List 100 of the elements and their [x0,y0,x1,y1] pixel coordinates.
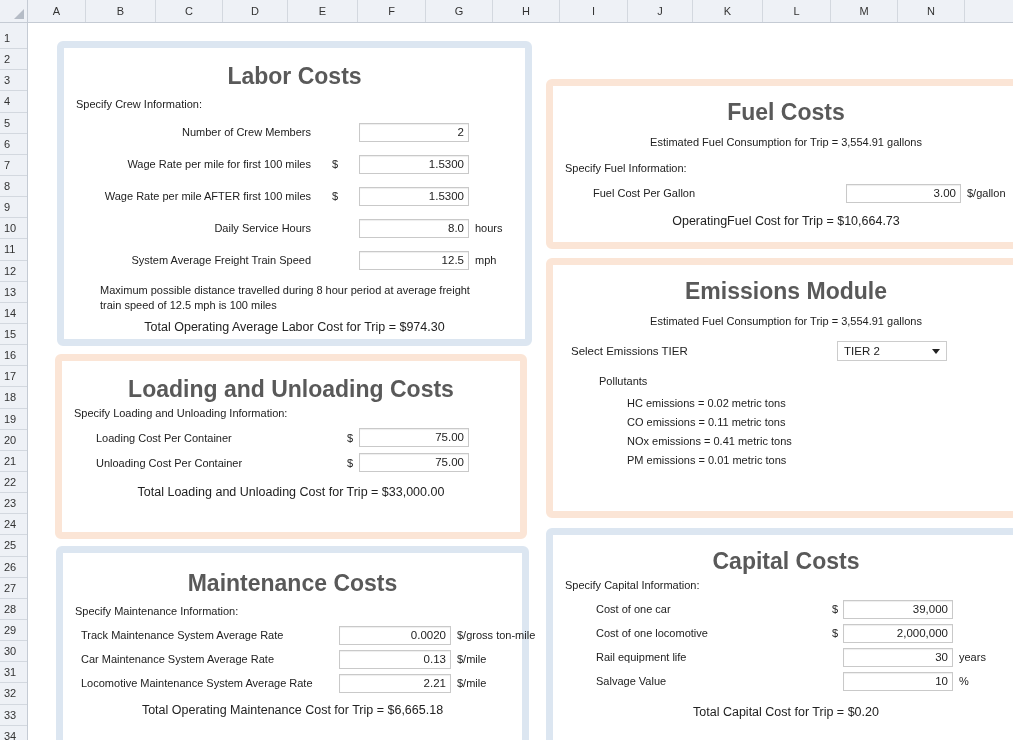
row-header[interactable]: 31 [0,662,27,684]
row-header[interactable]: 13 [0,281,27,303]
row-header[interactable]: 19 [0,408,27,430]
column-header[interactable]: E [288,0,358,22]
row-header[interactable]: 22 [0,471,27,494]
row-header[interactable]: 26 [0,556,27,578]
row-header[interactable]: 15 [0,323,27,346]
column-header[interactable]: I [560,0,628,22]
column-header[interactable]: N [898,0,965,22]
column-header[interactable]: L [763,0,831,22]
currency-sign: $ [331,190,339,202]
currency-sign: $ [331,158,339,170]
row-header[interactable]: 18 [0,387,27,409]
input-field[interactable]: 0.0020 [339,625,451,645]
row-header[interactable]: 7 [0,154,27,176]
total-text: Total Capital Cost for Trip = $0.20 [693,705,879,719]
input-field[interactable]: 0.13 [339,649,451,669]
section-label: Specify Fuel Information: [565,162,687,174]
column-header[interactable]: H [493,0,560,22]
row-header[interactable]: 5 [0,112,27,134]
column-header[interactable]: B [86,0,156,22]
row-header[interactable]: 8 [0,176,27,198]
input-field[interactable]: 39,000 [843,599,953,619]
section-label: Specify Capital Information: [565,579,700,591]
section-label: Specify Loading and Unloading Information: [74,407,288,419]
field-label: System Average Freight Train Speed [131,254,311,266]
row-header[interactable]: 12 [0,260,27,282]
row-header[interactable]: 28 [0,598,27,620]
row-header[interactable]: 14 [0,302,27,324]
field-label: Locomotive Maintenance System Average Rate [81,677,313,689]
section-label: Pollutants [599,375,648,387]
total-text: OperatingFuel Cost for Trip = $10,664.73 [672,214,900,228]
input-field[interactable]: 2 [359,122,469,142]
column-header[interactable]: M [831,0,898,22]
info-text: Estimated Fuel Consumption for Trip = 3,554.91 gallons [650,315,922,327]
column-header[interactable]: C [156,0,223,22]
input-field[interactable]: 75.00 [359,453,469,472]
row-header[interactable]: 3 [0,70,27,92]
tier-dropdown[interactable]: TIER 2 [837,341,947,361]
currency-sign: $ [346,431,354,444]
emission-text: CO emissions = 0.11 metric tons [627,416,786,428]
field-label: Loading Cost Per Container [96,431,232,444]
input-field[interactable]: 30 [843,647,953,667]
emission-text: PM emissions = 0.01 metric tons [627,454,787,466]
field-label: Select Emissions TIER [571,345,688,357]
field-label: Rail equipment life [596,651,687,663]
row-header[interactable]: 6 [0,133,27,155]
row-header[interactable]: 21 [0,450,27,472]
unit-label: years [959,651,986,663]
input-field[interactable]: 1.5300 [359,186,469,206]
input-field[interactable]: 1.5300 [359,154,469,174]
input-field[interactable]: 2.21 [339,673,451,693]
column-header[interactable]: A [28,0,86,22]
total-text: Total Operating Maintenance Cost for Trip = $6,665.18 [141,703,444,717]
unit-label: mph [475,254,497,266]
row-header[interactable]: 24 [0,514,27,536]
field-label: Cost of one locomotive [596,627,708,639]
row-header[interactable]: 11 [0,239,27,261]
section-label: Specify Maintenance Information: [75,605,239,617]
row-header[interactable]: 4 [0,91,27,113]
row-header[interactable]: 30 [0,641,27,663]
emission-text: HC emissions = 0.02 metric tons [627,397,786,409]
field-label: Car Maintenance System Average Rate [81,653,274,665]
field-label: Salvage Value [596,675,667,687]
row-header[interactable]: 2 [0,49,27,71]
select-all-icon[interactable] [14,9,24,19]
row-header[interactable]: 1 [0,28,27,50]
row-header[interactable]: 32 [0,683,27,705]
column-header[interactable]: K [693,0,763,22]
row-header[interactable]: 25 [0,535,27,557]
row-header[interactable]: 16 [0,345,27,367]
unit-label: $/gallon [967,187,1006,199]
column-header[interactable]: D [223,0,288,22]
currency-sign: $ [346,456,354,469]
unit-label: % [959,675,969,687]
row-header[interactable]: 20 [0,429,27,451]
unit-label: hours [475,222,503,234]
row-header[interactable]: 33 [0,704,27,726]
unit-label: $/gross ton-mile [457,629,536,641]
column-header[interactable]: J [628,0,693,22]
row-header[interactable]: 34 [0,725,27,740]
panel-title: Emissions Module [684,277,888,305]
input-field[interactable]: 3.00 [846,183,961,203]
input-field[interactable]: 10 [843,671,953,691]
input-field[interactable]: 12.5 [359,250,469,270]
row-header[interactable]: 10 [0,218,27,240]
panel-title: Maintenance Costs [186,569,399,597]
row-header[interactable]: 17 [0,366,27,388]
row-header[interactable]: 9 [0,197,27,219]
input-field[interactable]: 2,000,000 [843,623,953,643]
input-field[interactable]: 75.00 [359,428,469,447]
row-header[interactable]: 23 [0,493,27,515]
emission-text: NOx emissions = 0.41 metric tons [627,435,792,447]
column-header[interactable]: G [426,0,493,22]
row-header[interactable]: 27 [0,577,27,599]
column-header[interactable]: F [358,0,426,22]
input-field[interactable]: 8.0 [359,218,469,238]
row-header[interactable]: 29 [0,619,27,642]
field-label: Wage Rate per mile for first 100 miles [127,158,311,170]
field-label: Track Maintenance System Average Rate [81,629,284,641]
